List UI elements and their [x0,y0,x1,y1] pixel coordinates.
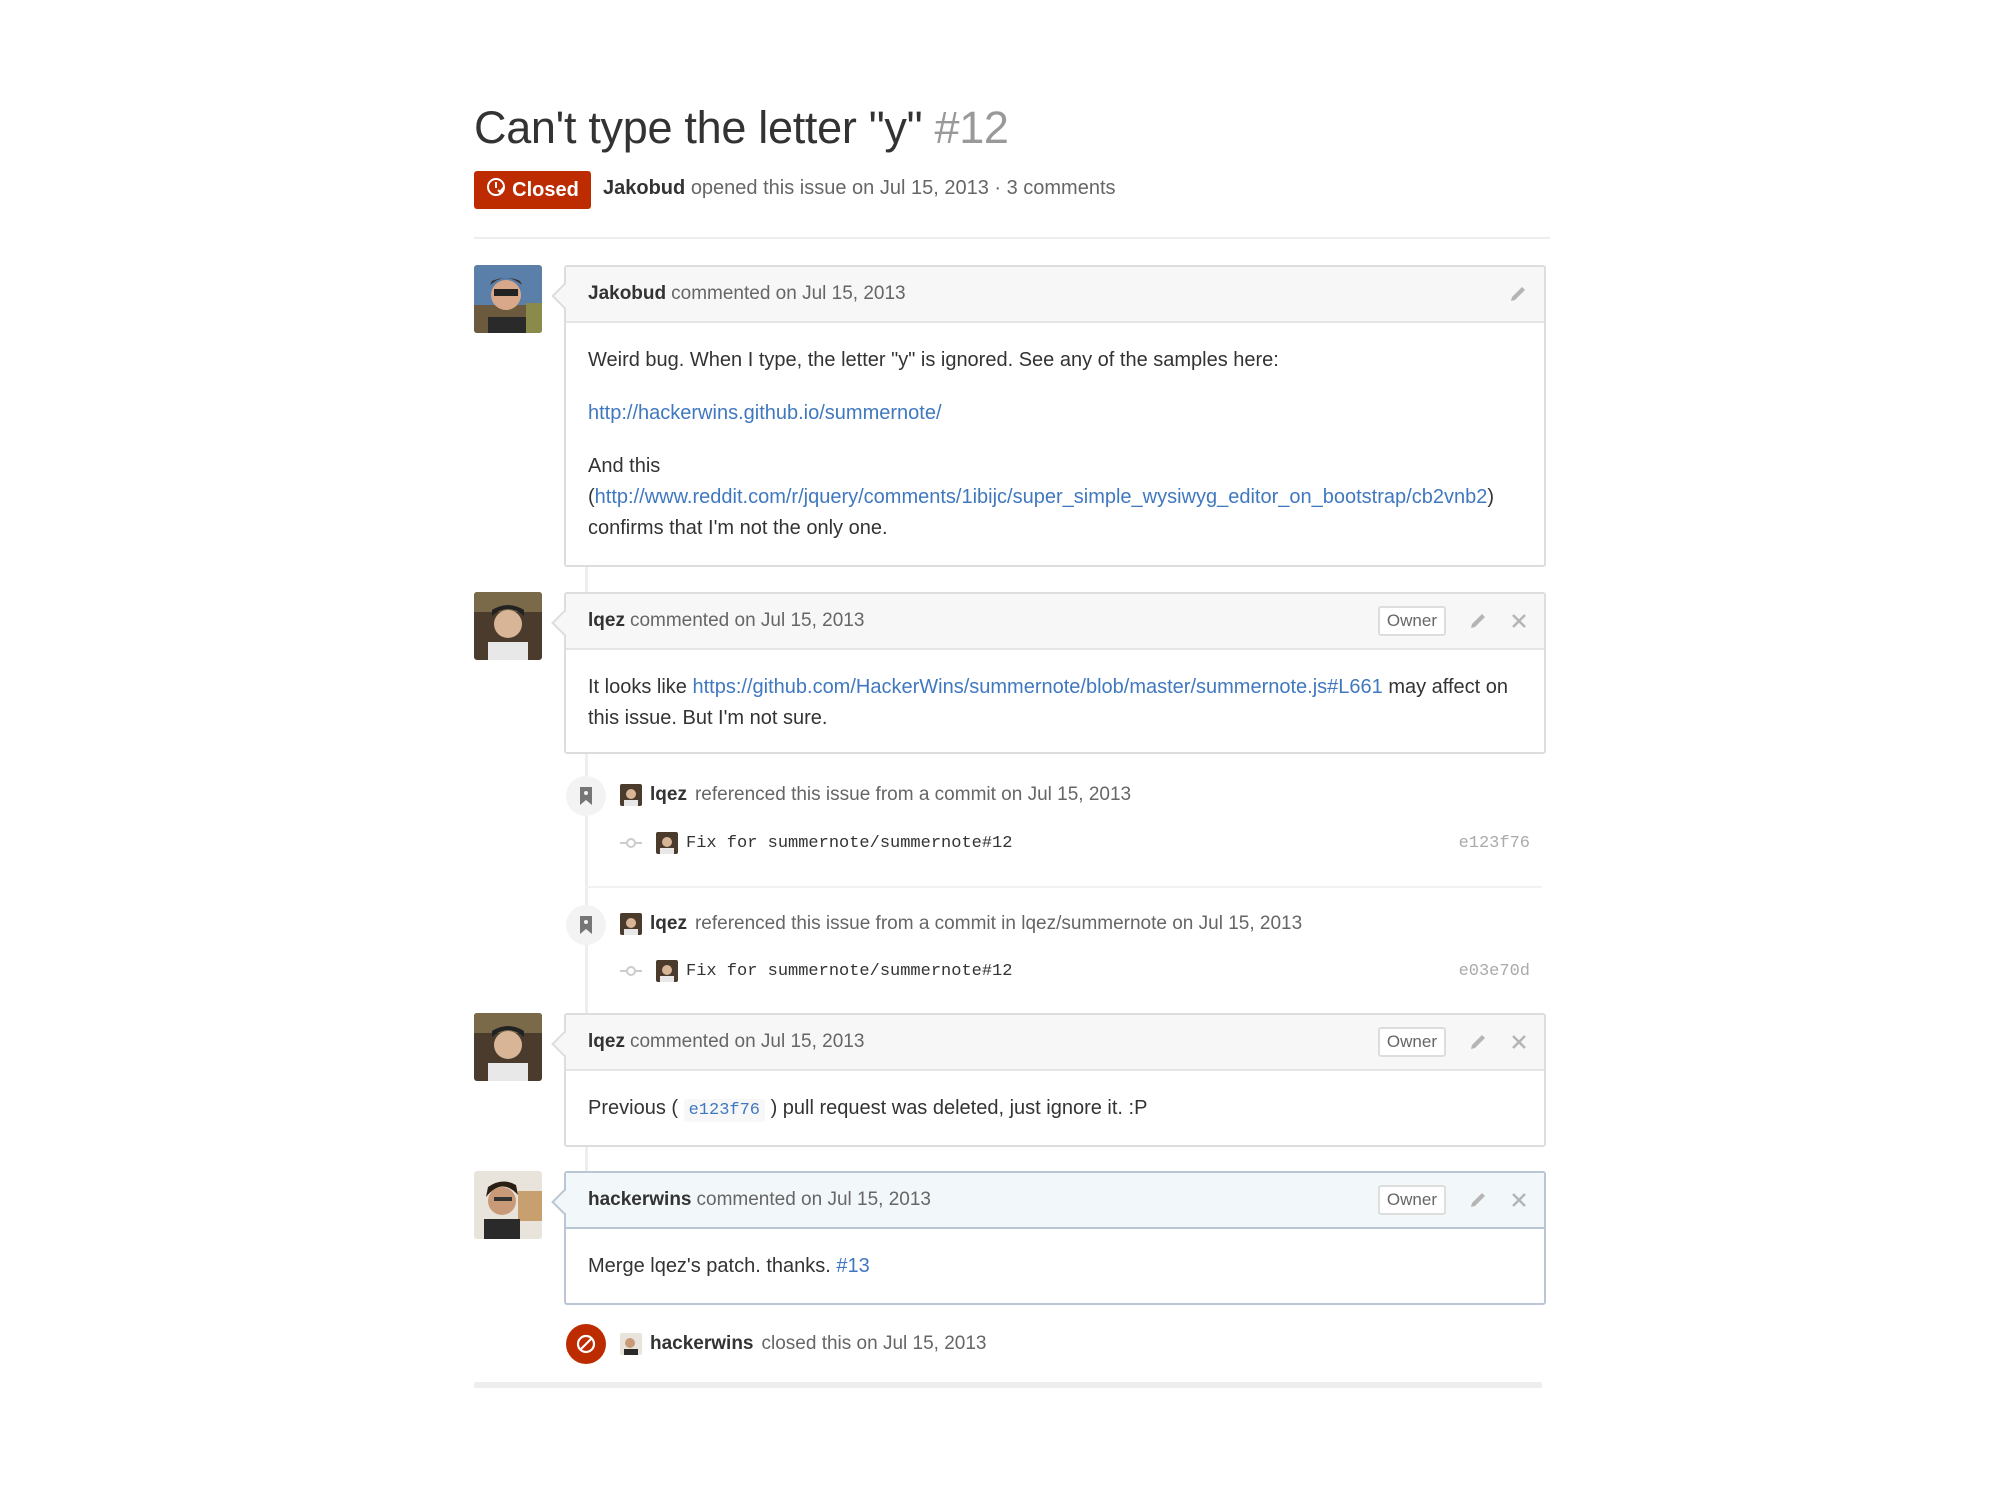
comment-card: lqez commented on Jul 15, 2013 Owner Pre… [564,1013,1546,1147]
comment-header: lqez commented on Jul 15, 2013 Owner [566,1015,1544,1071]
issue-page: Can't type the letter "y" #12 Closed Jak… [0,0,2000,1500]
git-commit-icon [620,965,642,977]
comment-author[interactable]: lqez [588,1031,625,1053]
comment-body: It looks like https://github.com/HackerW… [566,650,1544,756]
avatar[interactable] [474,1171,542,1239]
commit-row: Fix for summernote/summernote#12 e123f76 [620,828,1542,858]
pencil-icon[interactable] [1468,1032,1488,1052]
commit-message[interactable]: Fix for summernote/summernote#12 [686,962,1012,981]
avatar[interactable] [474,1013,542,1081]
avatar[interactable] [620,1333,642,1355]
issue-title-text: Can't type the letter "y" [474,102,923,153]
reference-event: lqez referenced this issue from a commit… [620,784,1131,806]
comment-author[interactable]: Jakobud [588,283,666,305]
comment-text: ) pull request was deleted, just ignore … [765,1097,1148,1119]
owner-badge: Owner [1377,1185,1446,1215]
issue-reference-link[interactable]: #13 [836,1255,869,1277]
comment-card: hackerwins commented on Jul 15, 2013 Own… [564,1171,1546,1305]
issue-number: #12 [934,102,1009,153]
commit-sha-link[interactable]: e123f76 [683,1099,766,1122]
comment-text: Merge lqez's patch. thanks. [588,1255,837,1277]
avatar[interactable] [620,784,642,806]
close-icon[interactable] [1510,1191,1528,1209]
commit-message[interactable]: Fix for summernote/summernote#12 [686,834,1012,853]
issue-state-badge: Closed [474,171,591,209]
bookmark-icon [566,776,606,816]
event-text: referenced this issue from a commit in l… [694,913,1303,934]
comment-header: Jakobud commented on Jul 15, 2013 [566,267,1544,323]
avatar[interactable] [656,832,678,854]
comment-timestamp[interactable]: commented on Jul 15, 2013 [671,283,906,305]
commit-row: Fix for summernote/summernote#12 e03e70d [620,956,1542,986]
timeline-end-divider [474,1382,1542,1388]
pencil-icon[interactable] [1468,611,1488,631]
avatar[interactable] [474,592,542,660]
comment-text: It looks like [588,676,693,698]
event-actor[interactable]: lqez [650,913,687,935]
comment-header: hackerwins commented on Jul 15, 2013 Own… [566,1173,1544,1229]
pencil-icon[interactable] [1508,284,1528,304]
comment-text: And this [588,455,661,477]
close-icon[interactable] [1510,612,1528,630]
header-divider [474,237,1550,239]
close-icon[interactable] [1510,1033,1528,1051]
bookmark-icon [566,905,606,945]
comment-text: ( [588,486,595,508]
comment-header: lqez commented on Jul 15, 2013 Owner [566,594,1544,650]
git-commit-icon [620,837,642,849]
issue-state-label: Closed [512,178,579,201]
comment-link[interactable]: https://github.com/HackerWins/summernote… [692,676,1382,698]
comment-link[interactable]: http://hackerwins.github.io/summernote/ [588,402,942,424]
comment-text: ) [1487,486,1494,508]
event-text: closed this on Jul 15, 2013 [761,1333,987,1354]
comment-author[interactable]: hackerwins [588,1189,692,1211]
event-text: referenced this issue from a commit on J… [694,784,1132,805]
issue-title: Can't type the letter "y" #12 [474,102,1009,154]
comment-body: Previous ( e123f76 ) pull request was de… [566,1071,1544,1148]
issue-meta: Jakobud opened this issue on Jul 15, 201… [603,177,1116,200]
issue-meta-text: opened this issue on Jul 15, 2013 · 3 co… [690,177,1116,199]
comment-text: Previous ( [588,1097,684,1119]
comment-text: may affect on [1382,676,1509,698]
event-actor[interactable]: hackerwins [650,1333,754,1355]
circle-slash-icon [566,1324,606,1364]
issue-closed-icon [486,177,506,203]
comment-author[interactable]: lqez [588,610,625,632]
commit-sha[interactable]: e03e70d [1459,962,1530,981]
pencil-icon[interactable] [1468,1190,1488,1210]
event-actor[interactable]: lqez [650,784,687,806]
avatar[interactable] [656,960,678,982]
close-event: hackerwins closed this on Jul 15, 2013 [620,1333,987,1355]
comment-timestamp[interactable]: commented on Jul 15, 2013 [630,610,865,632]
owner-badge: Owner [1377,1027,1446,1057]
comment-card: Jakobud commented on Jul 15, 2013 Weird … [564,265,1546,567]
commit-sha[interactable]: e123f76 [1459,834,1530,853]
comment-timestamp[interactable]: commented on Jul 15, 2013 [630,1031,865,1053]
avatar[interactable] [620,913,642,935]
comment-timestamp[interactable]: commented on Jul 15, 2013 [697,1189,932,1211]
avatar[interactable] [474,265,542,333]
comment-text: Weird bug. When I type, the letter "y" i… [588,349,1279,371]
comment-text: confirms that I'm not the only one. [588,517,888,539]
comment-body: Merge lqez's patch. thanks. #13 [566,1229,1544,1304]
reference-event: lqez referenced this issue from a commit… [620,913,1302,935]
comment-body: Weird bug. When I type, the letter "y" i… [566,323,1544,566]
comment-card: lqez commented on Jul 15, 2013 Owner It … [564,592,1546,754]
issue-author-link[interactable]: Jakobud [603,177,685,199]
owner-badge: Owner [1377,606,1446,636]
comment-link[interactable]: http://www.reddit.com/r/jquery/comments/… [595,486,1488,508]
event-divider [586,886,1542,888]
comment-text: this issue. But I'm not sure. [588,707,828,729]
